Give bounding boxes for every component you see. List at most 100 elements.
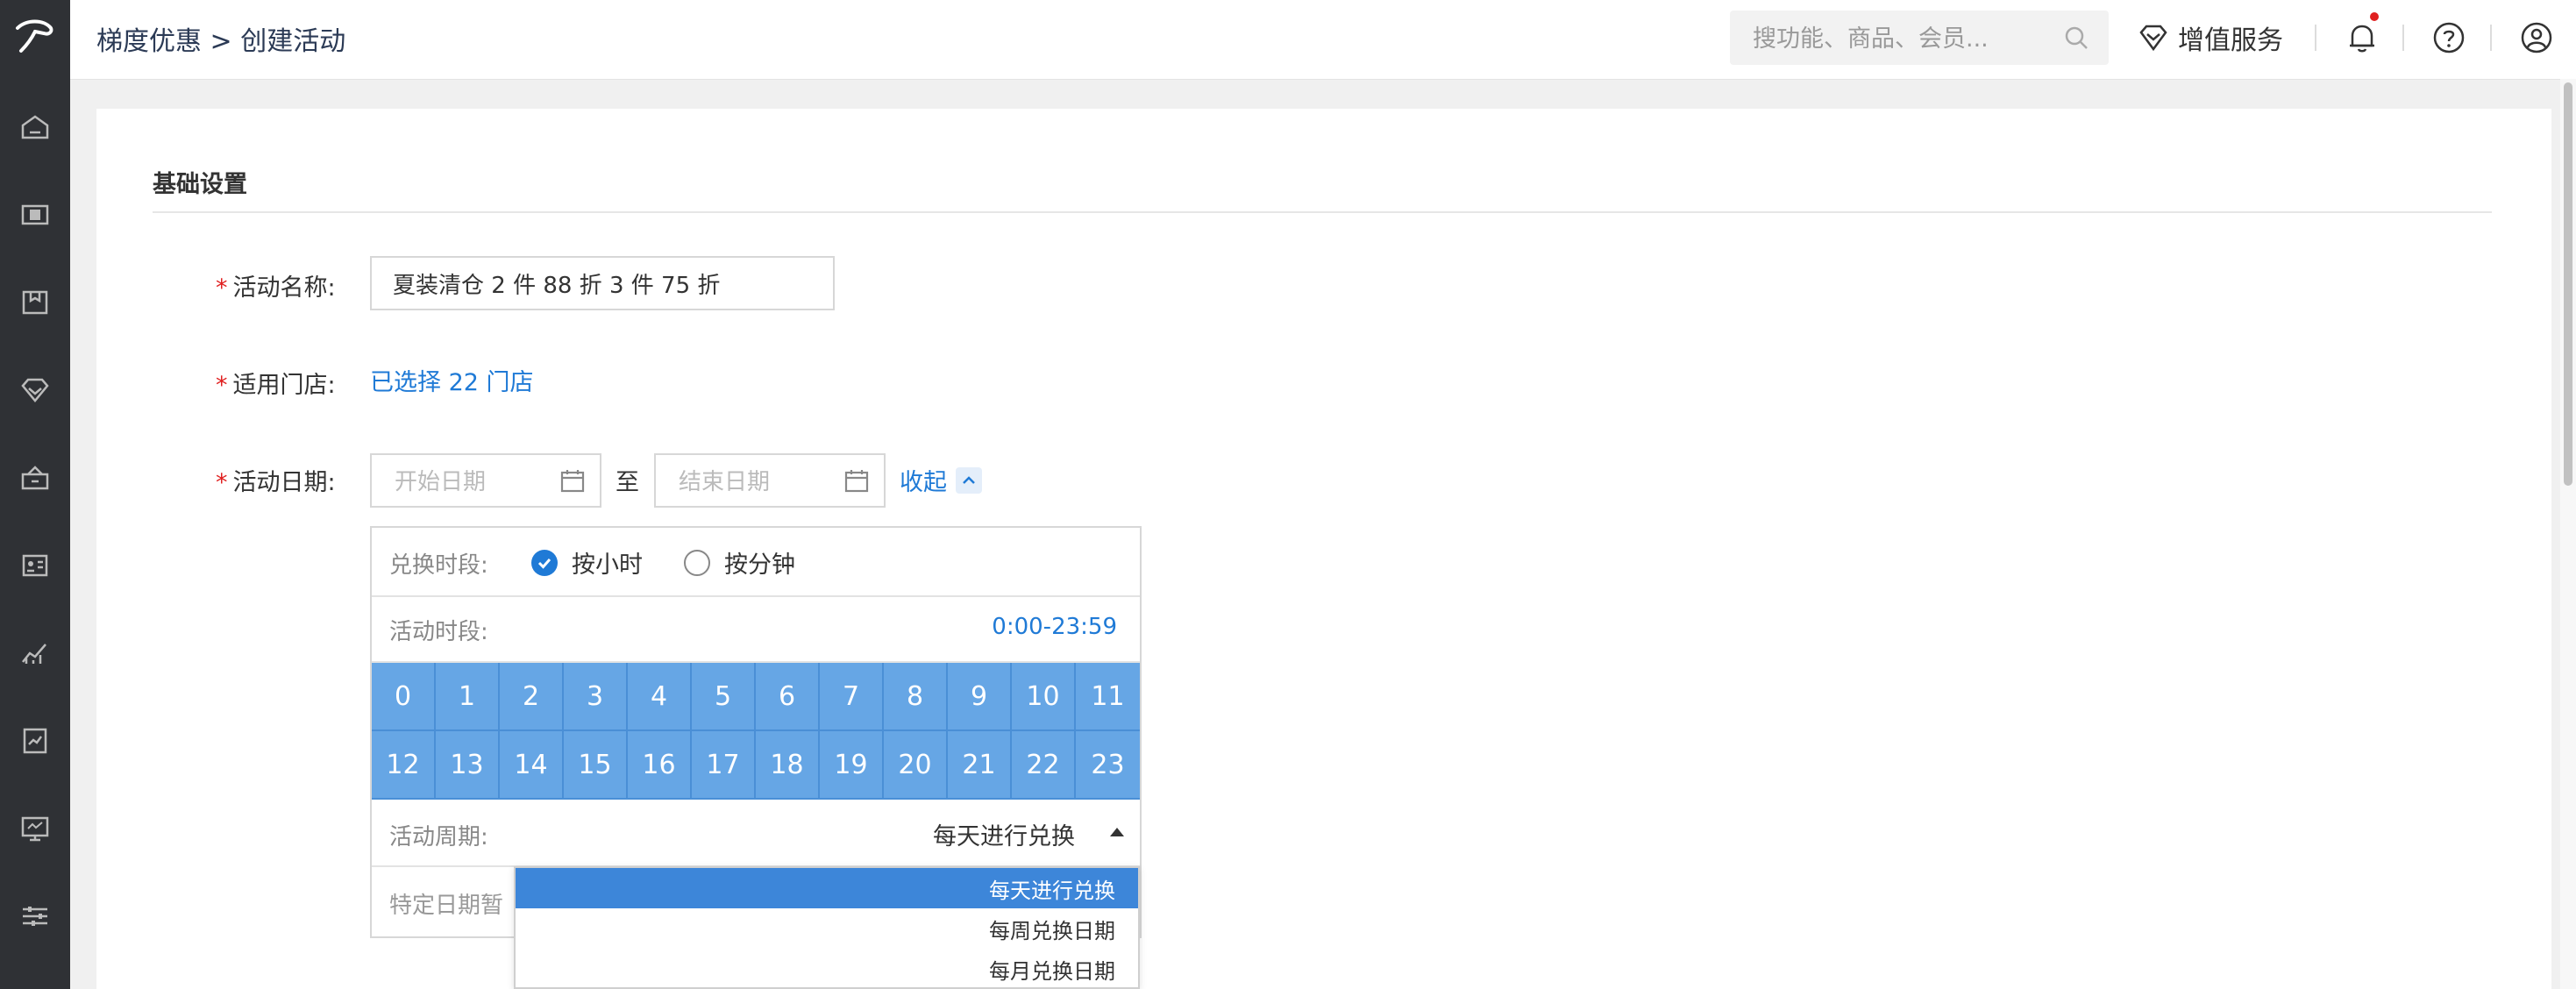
caret-up-icon[interactable]: [1110, 828, 1124, 836]
section-title: 基础设置: [153, 171, 247, 198]
radio-by-hour-label: 按小时: [572, 551, 643, 579]
hour-cell[interactable]: 19: [820, 731, 884, 800]
hour-cell[interactable]: 7: [820, 663, 884, 731]
hour-cell[interactable]: 10: [1012, 663, 1076, 731]
hour-cell[interactable]: 13: [436, 731, 500, 800]
content-card: 基础设置 *活动名称: *适用门店: 已选择 22 门店 *活动日期: 至 收起…: [96, 109, 2551, 989]
end-date-picker[interactable]: [654, 453, 886, 508]
value-added-services-button[interactable]: 增值服务: [2138, 19, 2283, 56]
radio-by-minute-label: 按分钟: [724, 551, 795, 579]
hour-cell[interactable]: 0: [372, 663, 436, 731]
monitor-icon[interactable]: [18, 811, 53, 846]
calendar-icon[interactable]: [843, 467, 870, 494]
logo-icon: [16, 19, 53, 53]
reports-icon[interactable]: [18, 723, 53, 758]
breadcrumb-root[interactable]: 梯度优惠: [96, 26, 202, 57]
end-date-input[interactable]: [677, 466, 829, 499]
radio-by-hour[interactable]: 按小时: [531, 545, 643, 580]
marketing-icon[interactable]: [18, 460, 53, 495]
global-search: [1730, 11, 2109, 65]
hour-cell[interactable]: 4: [628, 663, 692, 731]
divider: [2490, 25, 2492, 51]
activity-cycle-select[interactable]: 每天进行兑换: [933, 817, 1075, 851]
hour-cell[interactable]: 23: [1076, 731, 1140, 800]
hour-cell[interactable]: 5: [692, 663, 756, 731]
exchange-period-row: 兑换时段: 按小时 按分钟: [372, 528, 1140, 597]
section-divider: [153, 211, 2492, 213]
collapse-button[interactable]: 收起: [900, 463, 982, 497]
radio-checked-icon: [531, 549, 558, 576]
required-mark: *: [216, 372, 228, 399]
hour-cell[interactable]: 3: [564, 663, 628, 731]
start-date-input[interactable]: [393, 466, 545, 499]
required-mark: *: [216, 274, 228, 302]
applicable-stores-label: * 适用门店:: [216, 372, 336, 399]
activity-date-label: * 活动日期:: [216, 469, 336, 496]
selected-stores-link[interactable]: 已选择 22 门店: [370, 363, 534, 397]
goods-icon[interactable]: [18, 285, 53, 320]
notification-badge: [2370, 12, 2379, 21]
chevron-up-icon: [956, 466, 982, 494]
hour-cell[interactable]: 8: [884, 663, 948, 731]
start-date-picker[interactable]: [370, 453, 601, 508]
divider: [2315, 25, 2316, 51]
activity-name-input[interactable]: [370, 256, 835, 310]
activity-time-label: 活动时段:: [389, 619, 488, 645]
search-input[interactable]: [1751, 21, 2053, 56]
hour-grid: 0 1 2 3 4 5 6 7 8 9 10 11 12 13 14 15 16…: [372, 663, 1140, 800]
home-icon[interactable]: [18, 110, 53, 145]
hour-cell[interactable]: 22: [1012, 731, 1076, 800]
app-logo[interactable]: [0, 0, 70, 74]
dropdown-option-monthly[interactable]: 每月兑换日期: [516, 949, 1138, 989]
radio-unchecked-icon: [684, 549, 710, 576]
top-bar: 梯度优惠 > 创建活动 增值服务: [70, 0, 2576, 80]
breadcrumb: 梯度优惠 > 创建活动: [96, 19, 345, 58]
breadcrumb-separator: >: [210, 26, 232, 57]
search-icon[interactable]: [2063, 25, 2089, 51]
breadcrumb-current: 创建活动: [240, 26, 346, 57]
sidebar: [0, 0, 70, 989]
cycle-dropdown-menu: 每天进行兑换 每周兑换日期 每月兑换日期: [514, 866, 1140, 989]
user-icon: [2521, 22, 2552, 53]
hour-cell[interactable]: 2: [500, 663, 564, 731]
date-range-to: 至: [616, 469, 639, 496]
scrollbar-thumb[interactable]: [2564, 82, 2572, 486]
required-mark: *: [216, 469, 228, 496]
value-added-services-label: 增值服务: [2178, 25, 2283, 56]
hour-cell[interactable]: 18: [756, 731, 820, 800]
cashier-icon[interactable]: [18, 197, 53, 232]
special-date-text: 特定日期暂: [389, 893, 504, 919]
hour-cell[interactable]: 14: [500, 731, 564, 800]
hour-cell[interactable]: 1: [436, 663, 500, 731]
member-icon[interactable]: [18, 373, 53, 408]
account-button[interactable]: [2518, 19, 2555, 56]
hour-cell[interactable]: 9: [948, 663, 1012, 731]
hour-cell[interactable]: 15: [564, 731, 628, 800]
activity-name-label: * 活动名称:: [216, 274, 336, 302]
divider: [2402, 25, 2404, 51]
hour-cell[interactable]: 21: [948, 731, 1012, 800]
page-scrollbar[interactable]: [2560, 79, 2576, 989]
activity-cycle-label: 活动周期:: [389, 824, 488, 850]
radio-by-minute[interactable]: 按分钟: [684, 545, 795, 580]
time-range-value: 0:00-23:59: [992, 614, 1117, 640]
analytics-icon[interactable]: [18, 636, 53, 671]
diamond-icon: [2139, 25, 2167, 52]
contacts-icon[interactable]: [18, 548, 53, 583]
hour-cell[interactable]: 11: [1076, 663, 1140, 731]
hour-cell[interactable]: 12: [372, 731, 436, 800]
bell-icon: [2350, 25, 2374, 53]
notification-button[interactable]: [2344, 12, 2380, 56]
dropdown-option-daily[interactable]: 每天进行兑换: [516, 868, 1138, 908]
collapse-label: 收起: [900, 469, 947, 496]
hour-cell[interactable]: 6: [756, 663, 820, 731]
hour-cell[interactable]: 17: [692, 731, 756, 800]
dropdown-option-weekly[interactable]: 每周兑换日期: [516, 908, 1138, 949]
settings-icon[interactable]: [18, 899, 53, 934]
help-button[interactable]: [2430, 19, 2467, 56]
hour-cell[interactable]: 16: [628, 731, 692, 800]
exchange-period-label: 兑换时段:: [389, 552, 488, 579]
calendar-icon[interactable]: [559, 467, 586, 494]
help-icon: [2433, 22, 2465, 53]
hour-cell[interactable]: 20: [884, 731, 948, 800]
